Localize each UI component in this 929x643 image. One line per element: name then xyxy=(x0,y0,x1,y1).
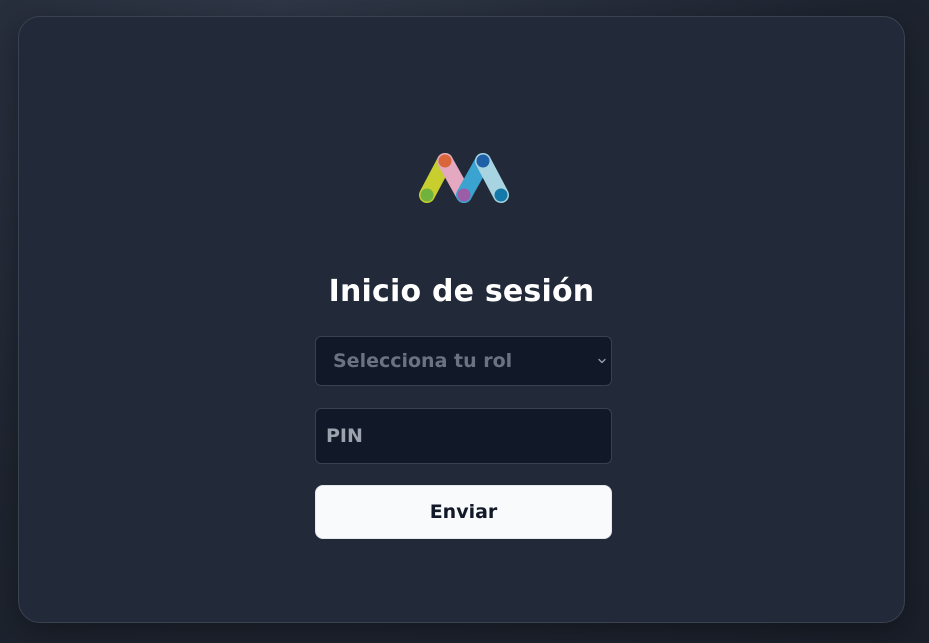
role-select-placeholder: Selecciona tu rol xyxy=(333,350,513,372)
multicolor-m-logo-icon xyxy=(419,153,509,203)
page-title: Inicio de sesión xyxy=(328,274,595,309)
chevron-down-icon xyxy=(598,358,606,364)
submit-button[interactable]: Enviar xyxy=(315,485,612,539)
role-select[interactable]: Selecciona tu rol xyxy=(315,336,612,386)
login-card: Inicio de sesión Selecciona tu rol Envia… xyxy=(18,16,905,623)
pin-input[interactable] xyxy=(315,408,612,464)
